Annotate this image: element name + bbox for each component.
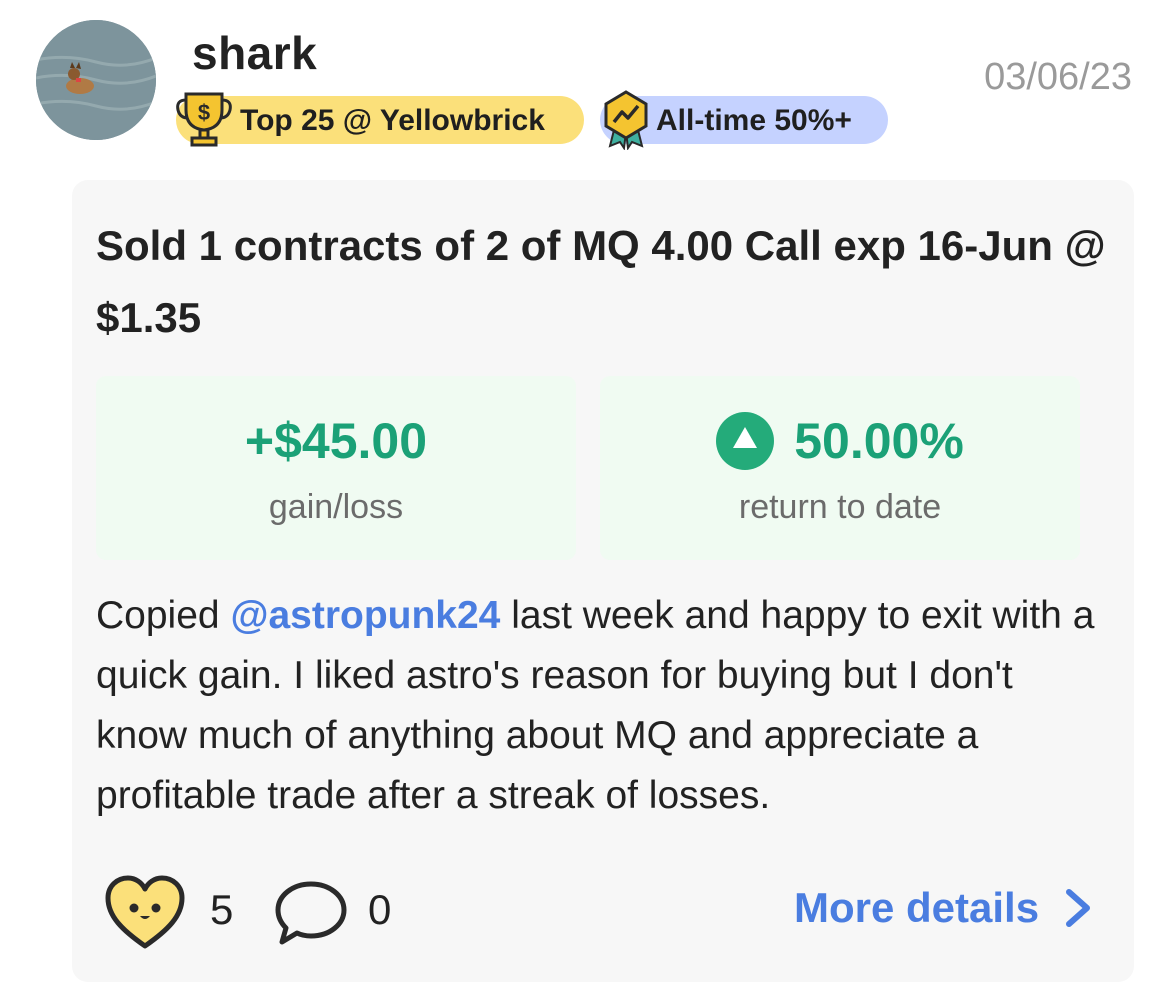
return-value: 50.00% xyxy=(794,413,964,469)
return-panel: 50.00% return to date xyxy=(600,376,1080,560)
more-details-link[interactable]: More details xyxy=(794,884,1093,932)
trade-title: Sold 1 contracts of 2 of MQ 4.00 Call ex… xyxy=(96,222,1106,341)
trophy-dollar-icon: $ xyxy=(176,92,232,147)
badge-top-label: Top 25 @ Yellowbrick xyxy=(240,104,545,137)
return-label: return to date xyxy=(738,488,942,526)
comment-text-before: Copied xyxy=(96,594,231,637)
post-date: 03/06/23 xyxy=(984,56,1132,98)
badge-all-time[interactable]: All-time 50%+ xyxy=(600,90,888,150)
comment-count: 0 xyxy=(368,886,392,933)
gain-label: gain/loss xyxy=(268,488,404,526)
username[interactable]: shark xyxy=(192,26,317,80)
user-mention-link[interactable]: @astropunk24 xyxy=(230,594,500,637)
gain-loss-panel: +$45.00 gain/loss xyxy=(96,376,576,560)
return-value-row: 50.00% xyxy=(600,412,1080,470)
comment-bubble-icon[interactable] xyxy=(272,878,350,948)
avatar[interactable] xyxy=(36,20,156,140)
badge-all-time-label: All-time 50%+ xyxy=(656,104,852,137)
up-arrow-circle-icon xyxy=(716,412,775,470)
post-comment: Copied @astropunk24 last week and happy … xyxy=(96,586,1106,826)
chart-medal-icon xyxy=(604,90,648,150)
gain-value: +$45.00 xyxy=(244,413,428,469)
trade-card[interactable]: Sold 1 contracts of 2 of MQ 4.00 Call ex… xyxy=(72,180,1134,982)
dog-in-water-photo xyxy=(36,20,156,140)
more-details-label: More details xyxy=(794,884,1040,931)
heart-like-icon[interactable] xyxy=(102,872,188,952)
badge-top-25[interactable]: $ Top 25 @ Yellowbrick xyxy=(176,92,584,147)
like-count: 5 xyxy=(210,886,234,933)
chevron-right-icon xyxy=(1066,889,1091,927)
svg-text:$: $ xyxy=(198,100,210,125)
